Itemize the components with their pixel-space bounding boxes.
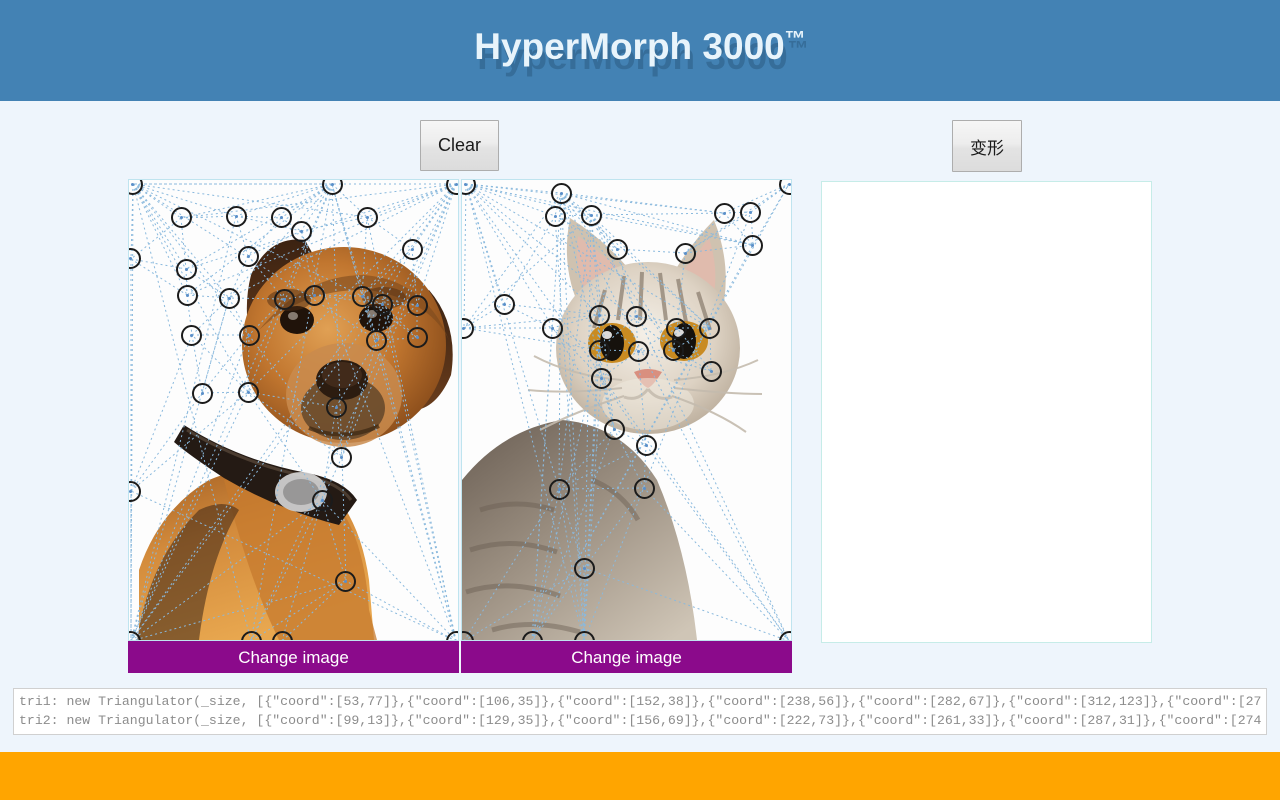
code-output-line-2: tri2: new Triangulator(_size, [{"coord":…	[19, 713, 1262, 728]
control-point-marker[interactable]	[662, 339, 684, 361]
control-point-marker[interactable]	[406, 327, 428, 349]
control-point-marker[interactable]	[325, 396, 347, 418]
control-point-marker[interactable]	[237, 245, 259, 267]
control-point-marker[interactable]	[573, 557, 595, 579]
control-point-marker[interactable]	[237, 381, 259, 403]
control-point-marker[interactable]	[606, 238, 628, 260]
control-point-marker[interactable]	[331, 446, 353, 468]
morph-button[interactable]: 变形	[952, 120, 1022, 172]
control-point-marker[interactable]	[580, 204, 602, 226]
control-point-marker[interactable]	[493, 293, 515, 315]
control-point-marker[interactable]	[181, 324, 203, 346]
control-point-marker[interactable]	[356, 206, 378, 228]
morph-result-canvas[interactable]	[821, 181, 1152, 643]
change-image-button-left[interactable]: Change image	[128, 641, 459, 673]
control-point-marker[interactable]	[191, 382, 213, 404]
control-point-marker[interactable]	[635, 434, 657, 456]
control-point-marker[interactable]	[713, 202, 735, 224]
control-point-marker[interactable]	[700, 360, 722, 382]
code-output-line-1: tri1: new Triangulator(_size, [{"coord":…	[19, 694, 1262, 709]
page-title: HyperMorph 3000™	[0, 26, 1280, 68]
control-point-marker[interactable]	[175, 258, 197, 280]
control-point-marker[interactable]	[273, 288, 295, 310]
control-point-marker[interactable]	[633, 477, 655, 499]
page-title-text: HyperMorph 3000	[474, 26, 785, 67]
code-output-panel[interactable]: tri1: new Triangulator(_size, [{"coord":…	[13, 688, 1267, 735]
control-point-marker[interactable]	[544, 205, 566, 227]
control-point-marker[interactable]	[351, 285, 373, 307]
footer-bar	[0, 752, 1280, 800]
control-point-marker[interactable]	[740, 201, 762, 223]
app-header: HyperMorph 3000™	[0, 0, 1280, 101]
control-point-marker[interactable]	[588, 339, 610, 361]
control-point-marker[interactable]	[548, 478, 570, 500]
control-point-marker[interactable]	[541, 317, 563, 339]
trademark-symbol: ™	[784, 27, 806, 51]
control-point-marker[interactable]	[588, 304, 610, 326]
control-point-marker[interactable]	[311, 489, 333, 511]
cat-photo[interactable]	[462, 180, 791, 640]
clear-button[interactable]: Clear	[420, 120, 499, 171]
source-image-panel-right[interactable]	[461, 179, 792, 641]
control-point-marker[interactable]	[366, 329, 388, 351]
control-point-marker[interactable]	[699, 317, 721, 339]
control-point-marker[interactable]	[270, 207, 292, 229]
control-point-marker[interactable]	[176, 284, 198, 306]
app-root: HyperMorph 3000™ Clear 变形 Change image C…	[0, 0, 1280, 800]
control-point-marker[interactable]	[625, 305, 647, 327]
control-point-marker[interactable]	[401, 238, 423, 260]
control-point-marker[interactable]	[371, 293, 393, 315]
control-point-marker[interactable]	[590, 367, 612, 389]
control-point-marker[interactable]	[674, 242, 696, 264]
control-point-marker[interactable]	[603, 418, 625, 440]
change-image-button-right[interactable]: Change image	[461, 641, 792, 673]
control-point-marker[interactable]	[666, 317, 688, 339]
control-point-marker[interactable]	[170, 207, 192, 229]
control-point-marker[interactable]	[627, 340, 649, 362]
control-point-marker[interactable]	[225, 205, 247, 227]
control-point-marker[interactable]	[290, 220, 312, 242]
control-point-marker[interactable]	[303, 284, 325, 306]
control-point-marker[interactable]	[321, 180, 343, 195]
control-point-marker[interactable]	[550, 182, 572, 204]
control-point-marker[interactable]	[238, 324, 260, 346]
control-point-marker[interactable]	[218, 287, 240, 309]
control-point-marker[interactable]	[406, 294, 428, 316]
control-point-marker[interactable]	[742, 234, 764, 256]
source-image-panel-left[interactable]	[128, 179, 459, 641]
control-point-marker[interactable]	[335, 570, 357, 592]
dog-photo[interactable]	[129, 180, 458, 640]
